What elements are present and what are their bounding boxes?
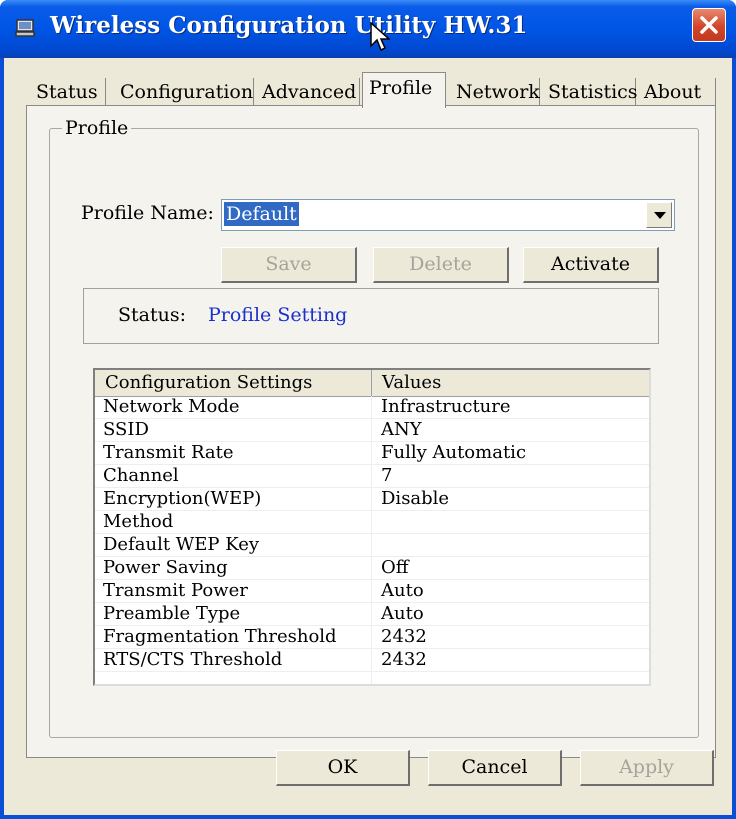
tab-strip: Status Configuration Advanced Profile Ne… xyxy=(30,72,716,108)
setting-value-cell: ANY xyxy=(381,419,422,440)
status-label: Status: xyxy=(118,304,187,326)
setting-value-cell: Fully Automatic xyxy=(381,442,527,463)
status-box: Status: Profile Setting xyxy=(83,288,659,344)
group-legend: Profile xyxy=(62,117,132,139)
setting-name-cell: Channel xyxy=(103,465,179,486)
setting-name-cell: Fragmentation Threshold xyxy=(103,626,337,647)
setting-name-cell: Method xyxy=(103,511,174,532)
table-row[interactable]: Method xyxy=(95,511,649,534)
setting-name-cell: Transmit Power xyxy=(103,580,248,601)
dialog-body: Status Configuration Advanced Profile Ne… xyxy=(4,58,732,815)
setting-name-cell: Encryption(WEP) xyxy=(103,488,262,509)
setting-name-cell: Network Mode xyxy=(103,396,240,417)
status-value: Profile Setting xyxy=(208,304,348,326)
configuration-table[interactable]: Configuration Settings Values Network Mo… xyxy=(93,368,651,686)
profile-name-label: Profile Name: xyxy=(81,202,214,224)
chevron-down-icon[interactable] xyxy=(646,202,672,228)
tab-statistics[interactable]: Statistics xyxy=(542,78,638,106)
computer-icon xyxy=(15,19,35,37)
table-row[interactable]: Channel 7 xyxy=(95,465,649,488)
tab-configuration[interactable]: Configuration xyxy=(114,78,254,106)
setting-value-cell: 2432 xyxy=(381,649,427,670)
setting-value-cell: Auto xyxy=(381,580,424,601)
setting-name-cell: Transmit Rate xyxy=(103,442,234,463)
profile-tab-panel: Profile Profile Name: Default Save Delet… xyxy=(26,105,716,758)
setting-value-cell: Auto xyxy=(381,603,424,624)
table-row[interactable]: RTS/CTS Threshold 2432 xyxy=(95,649,649,672)
tab-advanced[interactable]: Advanced xyxy=(256,78,360,106)
table-row[interactable]: Power Saving Off xyxy=(95,557,649,580)
close-button[interactable] xyxy=(692,8,726,42)
profile-name-combobox[interactable]: Default xyxy=(221,199,675,231)
tab-network[interactable]: Network xyxy=(450,78,540,106)
tab-profile[interactable]: Profile xyxy=(362,72,446,108)
table-row[interactable]: Transmit Power Auto xyxy=(95,580,649,603)
setting-value-cell: Disable xyxy=(381,488,450,509)
table-row[interactable]: Network Mode Infrastructure xyxy=(95,396,649,419)
setting-name-cell: SSID xyxy=(103,419,149,440)
table-header: Configuration Settings Values xyxy=(95,370,649,397)
column-header-settings[interactable]: Configuration Settings xyxy=(95,370,372,396)
mouse-cursor-icon xyxy=(370,22,390,52)
delete-button[interactable]: Delete xyxy=(373,247,509,283)
table-row[interactable]: Default WEP Key xyxy=(95,534,649,557)
setting-name-cell: RTS/CTS Threshold xyxy=(103,649,283,670)
setting-name-cell: Preamble Type xyxy=(103,603,241,624)
setting-value-cell: 7 xyxy=(381,465,393,486)
setting-name-cell: Power Saving xyxy=(103,557,228,578)
apply-button[interactable]: Apply xyxy=(580,750,714,786)
table-row[interactable]: Preamble Type Auto xyxy=(95,603,649,626)
window-title: Wireless Configuration Utility HW.31 xyxy=(50,12,528,39)
close-icon xyxy=(700,16,718,34)
tab-status[interactable]: Status xyxy=(30,78,106,106)
setting-value-cell: Off xyxy=(381,557,409,578)
activate-button[interactable]: Activate xyxy=(523,247,659,283)
column-header-values[interactable]: Values xyxy=(372,370,649,396)
table-row[interactable]: SSID ANY xyxy=(95,419,649,442)
title-bar[interactable]: Wireless Configuration Utility HW.31 xyxy=(0,0,736,58)
table-row[interactable]: Transmit Rate Fully Automatic xyxy=(95,442,649,465)
cancel-button[interactable]: Cancel xyxy=(428,750,562,786)
save-button[interactable]: Save xyxy=(221,247,357,283)
setting-value-cell: Infrastructure xyxy=(381,396,511,417)
table-row[interactable]: Fragmentation Threshold 2432 xyxy=(95,626,649,649)
app-window: Wireless Configuration Utility HW.31 Sta… xyxy=(0,0,736,819)
table-row[interactable]: Encryption(WEP) Disable xyxy=(95,488,649,511)
ok-button[interactable]: OK xyxy=(276,750,410,786)
setting-name-cell: Default WEP Key xyxy=(103,534,260,555)
tab-about[interactable]: About xyxy=(638,78,716,106)
setting-value-cell: 2432 xyxy=(381,626,427,647)
profile-name-value[interactable]: Default xyxy=(224,202,299,226)
